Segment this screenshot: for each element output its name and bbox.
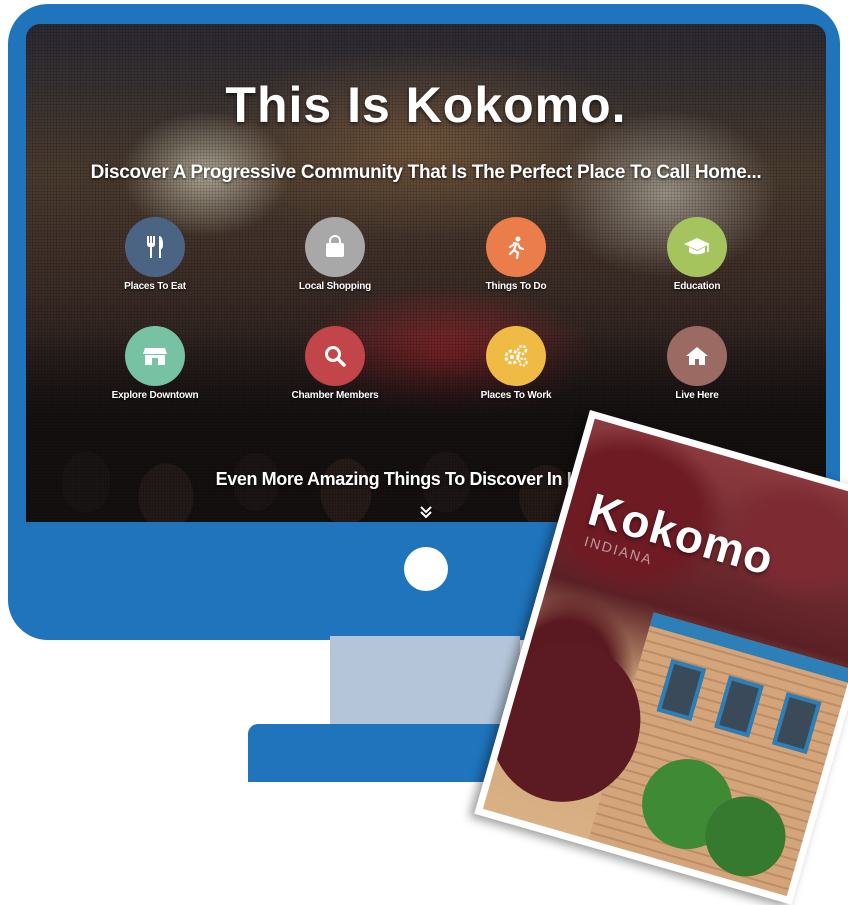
category-places-to-eat[interactable]: Places To Eat (85, 217, 225, 292)
chevron-down-icon[interactable] (418, 504, 434, 520)
shopping-bag-icon (305, 217, 365, 277)
storefront-icon (125, 326, 185, 386)
category-label: Places To Eat (124, 281, 186, 292)
category-label: Chamber Members (291, 390, 379, 401)
category-label: Explore Downtown (111, 390, 199, 401)
category-label: Places To Work (480, 390, 552, 401)
category-chamber-members[interactable]: Chamber Members (265, 326, 405, 401)
category-education[interactable]: Education (627, 217, 767, 292)
monitor-power-button (404, 547, 448, 591)
house-icon (667, 326, 727, 386)
hero-subtitle: Discover A Progressive Community That Is… (90, 162, 762, 183)
gears-icon (486, 326, 546, 386)
category-live-here[interactable]: Live Here (627, 326, 767, 401)
category-label: Live Here (675, 390, 719, 401)
category-explore-downtown[interactable]: Explore Downtown (85, 326, 225, 401)
graduation-cap-icon (667, 217, 727, 277)
fork-knife-icon (125, 217, 185, 277)
category-label: Local Shopping (298, 281, 372, 292)
category-label: Things To Do (485, 281, 547, 292)
search-icon (305, 326, 365, 386)
category-things-to-do[interactable]: Things To Do (446, 217, 586, 292)
category-label: Education (673, 281, 721, 292)
hero-title: This Is Kokomo. (225, 77, 627, 133)
category-places-to-work[interactable]: Places To Work (446, 326, 586, 401)
magazine-title: Kokomo (582, 482, 780, 586)
category-local-shopping[interactable]: Local Shopping (265, 217, 405, 292)
running-person-icon (486, 217, 546, 277)
